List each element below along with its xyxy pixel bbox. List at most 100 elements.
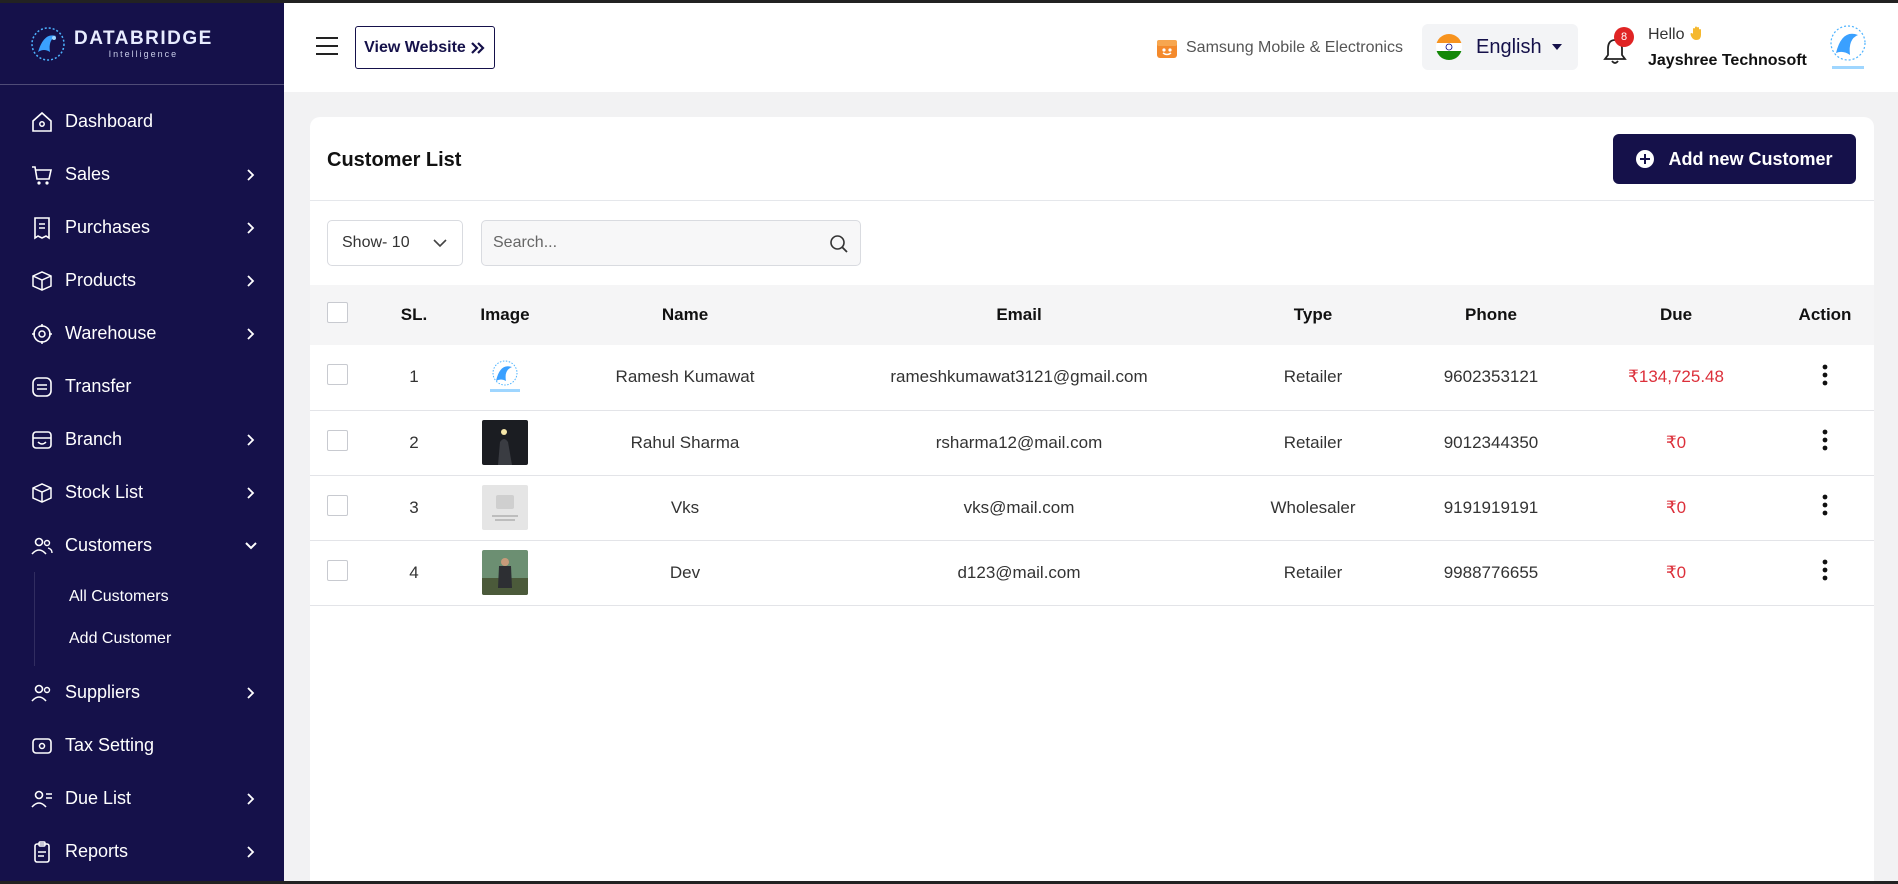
sidebar-item-sales[interactable]: Sales [0,148,284,201]
cell-phone: 9191919191 [1443,497,1539,517]
home-icon [30,110,54,134]
col-header-image: Image [480,305,530,324]
row-checkbox[interactable] [327,429,348,451]
chevron-down-icon [244,539,258,553]
submenu-item-add-customer[interactable]: Add Customer [35,618,284,660]
table-row[interactable]: 2 Rahul Sharma rsharma12@mail.com Retailer 9… [310,410,1874,475]
customer-table: SL. Image Name Email Type Phone Due Acti… [310,285,1874,606]
user-name: Jayshree Technosoft [1648,52,1807,69]
view-website-button[interactable]: View Website [355,26,495,69]
sidebar-item-warehouse[interactable]: Warehouse [0,307,284,360]
double-chevron-right-icon [471,41,485,54]
caret-down-icon [1551,44,1562,50]
notification-count-badge: 8 [1614,27,1634,47]
col-header-action: Action [1798,305,1852,324]
cell-email: rsharma12@mail.com [935,432,1103,452]
more-options-icon[interactable] [1822,364,1828,386]
cell-phone: 9012344350 [1443,432,1539,452]
hamburger-menu-icon[interactable] [316,37,338,55]
table-row[interactable]: 4 Dev d123@mail.com Retailer 9988776655 ₹0 [310,540,1874,605]
store-icon [1157,40,1177,58]
add-new-customer-button[interactable]: Add new Customer [1613,134,1856,184]
sidebar-item-reports[interactable]: Reports [0,825,284,878]
col-header-due: Due [1659,305,1693,324]
page-size-select[interactable]: Show- 10 [327,220,463,266]
cell-type: Retailer [1283,367,1343,387]
chevron-right-icon [244,168,258,182]
chevron-right-icon [244,327,258,341]
store-name: Samsung Mobile & Electronics [1186,39,1403,56]
sidebar-item-label: Transfer [65,376,132,396]
india-flag-icon [1436,34,1462,60]
store-selector[interactable]: Samsung Mobile & Electronics [1156,37,1403,59]
customer-list-card: Customer List Add new Customer Show- 10 [310,117,1874,881]
cell-due: ₹0 [1665,562,1687,582]
more-options-icon[interactable] [1822,494,1828,516]
submenu-item-all-customers[interactable]: All Customers [35,576,284,618]
row-checkbox[interactable] [327,364,348,386]
chevron-right-icon [244,274,258,288]
view-website-label: View Website [364,38,466,56]
search-icon[interactable] [829,234,849,254]
customer-avatar [482,420,528,465]
waving-hand-icon [1690,26,1701,40]
customer-avatar [482,485,528,530]
receipt-icon [30,216,54,240]
sidebar-item-branch[interactable]: Branch [0,413,284,466]
cell-sl: 1 [409,367,419,387]
sidebar-item-label: Customers [65,535,153,555]
more-options-icon[interactable] [1822,559,1828,581]
sidebar-nav: Dashboard Sales Purchases Products Warehouse… [0,85,284,878]
table-row[interactable]: 1 Ramesh Kumawat rameshkumawat3121@gmail.c… [310,345,1874,410]
add-new-customer-label: Add new Customer [1668,148,1833,169]
sidebar-item-label: Reports [65,841,129,861]
sidebar-item-purchases[interactable]: Purchases [0,201,284,254]
cell-due: ₹0 [1665,432,1687,452]
sidebar-item-transfer[interactable]: Transfer [0,360,284,413]
sidebar-item-tax-setting[interactable]: Tax Setting [0,719,284,772]
sidebar: DATABRIDGE Intelligence Dashboard Sales Pu… [0,3,284,881]
cell-due: ₹134,725.48 [1628,367,1724,387]
row-checkbox[interactable] [327,494,348,516]
branch-icon [30,428,54,452]
chevron-right-icon [244,433,258,447]
cell-phone: 9988776655 [1443,562,1539,582]
greeting: Hello [1648,25,1705,44]
more-options-icon[interactable] [1822,429,1828,451]
chevron-right-icon [244,686,258,700]
col-header-sl: SL. [400,305,428,324]
plus-circle-icon [1636,150,1655,168]
sidebar-item-dashboard[interactable]: Dashboard [0,95,284,148]
page-size-label: Show- 10 [342,234,410,251]
cell-name: Ramesh Kumawat [615,367,755,387]
language-label: English [1476,35,1542,58]
tax-icon [30,734,54,758]
sidebar-item-due-list[interactable]: Due List [0,772,284,825]
sidebar-item-stock-list[interactable]: Stock List [0,466,284,519]
cell-name: Rahul Sharma [630,432,740,452]
table-header-row: SL. Image Name Email Type Phone Due Acti… [310,285,1874,345]
brand[interactable]: DATABRIDGE Intelligence [0,3,284,85]
customer-avatar [482,354,528,400]
row-checkbox[interactable] [327,559,348,581]
user-avatar[interactable] [1826,23,1870,73]
cell-sl: 3 [409,497,419,517]
select-all-checkbox[interactable] [327,302,348,323]
cell-type: Wholesaler [1270,497,1356,517]
cell-sl: 4 [409,562,419,582]
chevron-right-icon [244,792,258,806]
cell-due: ₹0 [1665,497,1687,517]
cell-email: vks@mail.com [963,497,1075,517]
reports-icon [30,840,54,864]
greeting-text: Hello [1648,26,1685,43]
cell-name: Dev [669,562,701,582]
brand-name: DATABRIDGE [74,27,213,49]
language-selector[interactable]: English [1422,24,1578,70]
brand-tagline: Intelligence [108,48,179,59]
sidebar-item-suppliers[interactable]: Suppliers [0,666,284,719]
search-input[interactable] [481,220,861,266]
table-row[interactable]: 3 Vks vks@mail.com Wholesaler 9191919191 ₹0 [310,475,1874,540]
sidebar-item-customers[interactable]: Customers [0,519,284,572]
sidebar-item-products[interactable]: Products [0,254,284,307]
cart-icon [30,163,54,187]
